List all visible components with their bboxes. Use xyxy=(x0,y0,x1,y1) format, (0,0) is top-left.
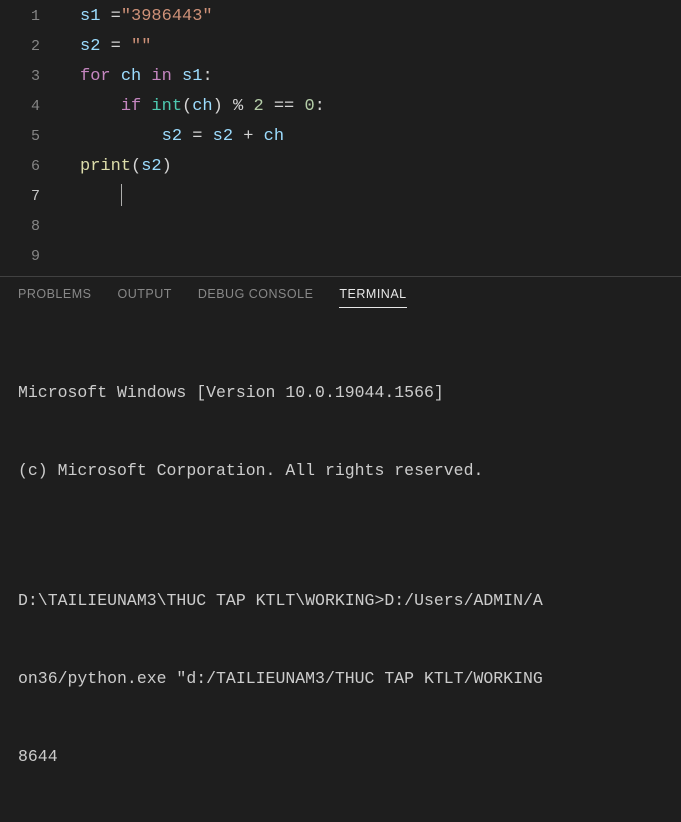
terminal-line: on36/python.exe "d:/TAILIEUNAM3/THUC TAP… xyxy=(18,666,663,692)
tab-output[interactable]: OUTPUT xyxy=(117,287,171,308)
line-number: 5 xyxy=(0,122,58,152)
line-number: 3 xyxy=(0,62,58,92)
code-editor[interactable]: 123456789 s1 ="3986443"s2 = ""for ch in … xyxy=(0,0,681,276)
code-line[interactable]: s1 ="3986443" xyxy=(80,2,681,32)
line-number: 9 xyxy=(0,242,58,272)
terminal-output[interactable]: Microsoft Windows [Version 10.0.19044.15… xyxy=(0,316,681,822)
terminal-line: Microsoft Windows [Version 10.0.19044.15… xyxy=(18,380,663,406)
code-line[interactable]: if int(ch) % 2 == 0: xyxy=(80,92,681,122)
terminal-line: D:\TAILIEUNAM3\THUC TAP KTLT\WORKING>D:/… xyxy=(18,588,663,614)
code-line[interactable]: s2 = "" xyxy=(80,32,681,62)
bottom-panel: PROBLEMS OUTPUT DEBUG CONSOLE TERMINAL M… xyxy=(0,276,681,544)
code-line[interactable] xyxy=(80,242,681,272)
line-number: 8 xyxy=(0,212,58,242)
tab-problems[interactable]: PROBLEMS xyxy=(18,287,91,308)
code-content[interactable]: s1 ="3986443"s2 = ""for ch in s1: if int… xyxy=(58,0,681,276)
tab-terminal[interactable]: TERMINAL xyxy=(339,287,406,308)
code-line[interactable] xyxy=(80,212,681,242)
text-cursor xyxy=(121,184,122,206)
code-line[interactable]: for ch in s1: xyxy=(80,62,681,92)
line-number: 1 xyxy=(0,2,58,32)
tab-debug-console[interactable]: DEBUG CONSOLE xyxy=(198,287,314,308)
code-line[interactable]: s2 = s2 + ch xyxy=(80,122,681,152)
code-line[interactable]: print(s2) xyxy=(80,152,681,182)
line-number: 7 xyxy=(0,182,58,212)
terminal-line: 8644 xyxy=(18,744,663,770)
line-number-gutter: 123456789 xyxy=(0,0,58,276)
line-number: 4 xyxy=(0,92,58,122)
panel-tabs: PROBLEMS OUTPUT DEBUG CONSOLE TERMINAL xyxy=(0,277,681,316)
code-line[interactable] xyxy=(80,182,681,212)
line-number: 6 xyxy=(0,152,58,182)
terminal-line: (c) Microsoft Corporation. All rights re… xyxy=(18,458,663,484)
line-number: 2 xyxy=(0,32,58,62)
